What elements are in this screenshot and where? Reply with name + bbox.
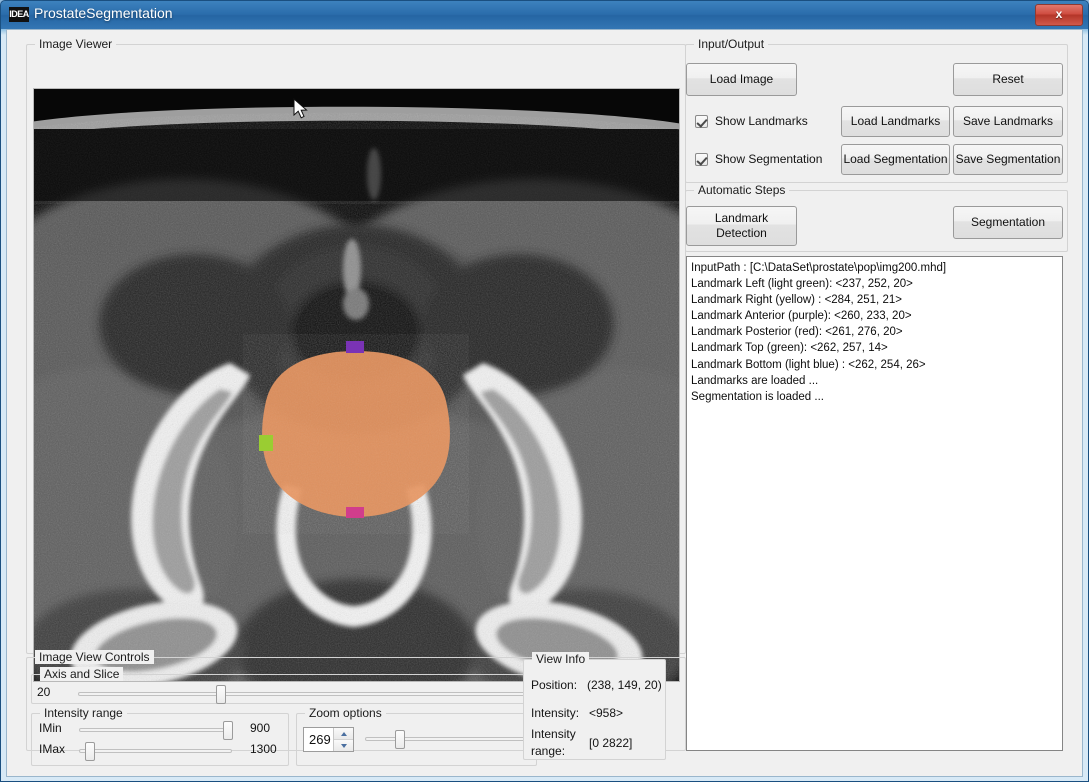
intensity-range-group-label: Intensity range [40,706,127,720]
intensity-label: Intensity: [531,706,579,720]
landmark-left-marker [259,435,273,451]
checkbox-box [695,115,708,128]
load-landmarks-button[interactable]: Load Landmarks [841,106,950,137]
log-line: Landmark Bottom (light blue) : <262, 254… [691,357,1062,373]
show-landmarks-label: Show Landmarks [715,114,808,128]
automatic-steps-group-label: Automatic Steps [694,183,789,197]
imin-label: IMin [39,721,62,735]
load-segmentation-button[interactable]: Load Segmentation [841,144,950,175]
ct-image-viewer[interactable] [33,88,680,682]
slice-value-label: 20 [37,685,50,699]
spinner-up-arrow-icon[interactable] [334,728,353,739]
intensity-range-label-line1: Intensity [531,727,576,741]
imin-slider-track[interactable] [79,728,232,732]
save-landmarks-button[interactable]: Save Landmarks [953,106,1063,137]
landmark-posterior-marker [346,507,364,518]
show-segmentation-label: Show Segmentation [715,152,822,166]
position-value: (238, 149, 20) [587,678,662,692]
log-line: Segmentation is loaded ... [691,389,1062,405]
position-label: Position: [531,678,577,692]
title-bar: IDEA ProstateSegmentation x [1,1,1088,29]
log-line: Landmark Left (light green): <237, 252, … [691,276,1062,292]
client-area: Image Viewer [6,29,1083,777]
zoom-slider-track[interactable] [365,737,528,741]
log-line: Landmark Top (green): <262, 257, 14> [691,340,1062,356]
window-title: ProstateSegmentation [34,5,173,21]
axis-and-slice-group: Axis and Slice [31,674,537,704]
save-segmentation-button[interactable]: Save Segmentation [953,144,1063,175]
log-line: Landmark Right (yellow) : <284, 251, 21> [691,292,1062,308]
segmentation-button[interactable]: Segmentation [953,206,1063,239]
log-line: InputPath : [C:\DataSet\prostate\pop\img… [691,260,1062,276]
application-window: IDEA ProstateSegmentation x Image Viewer [0,0,1089,782]
axis-and-slice-group-label: Axis and Slice [40,667,123,681]
view-info-group-label: View Info [532,652,589,666]
spinner-arrows [333,728,353,751]
spinner-down-arrow-icon[interactable] [334,739,353,751]
load-image-button[interactable]: Load Image [686,63,797,96]
image-viewer-group-label: Image Viewer [35,37,116,51]
imin-slider-thumb[interactable] [223,721,233,740]
log-output[interactable]: InputPath : [C:\DataSet\prostate\pop\img… [686,256,1063,751]
checkbox-box [695,153,708,166]
close-window-button[interactable]: x [1035,4,1083,26]
log-line: Landmark Anterior (purple): <260, 233, 2… [691,308,1062,324]
imax-label: IMax [39,742,65,756]
intensity-range-value: [0 2822] [589,736,632,750]
ct-slice-image [34,89,679,681]
show-segmentation-checkbox[interactable]: Show Segmentation [695,152,822,166]
imax-slider-track[interactable] [79,749,232,753]
imax-value: 1300 [250,742,277,756]
landmark-anterior-marker [346,341,364,353]
image-view-controls-group-label: Image View Controls [35,650,154,664]
reset-button[interactable]: Reset [953,63,1063,96]
intensity-range-label-line2: range: [531,744,565,758]
show-landmarks-checkbox[interactable]: Show Landmarks [695,114,808,128]
imax-slider-thumb[interactable] [85,742,95,761]
slice-slider-track[interactable] [78,692,525,696]
input-output-group-label: Input/Output [694,37,768,51]
zoom-value-spinner[interactable]: 269 [303,727,354,752]
prostate-segmentation-overlay [262,351,450,517]
app-icon: IDEA [9,7,29,22]
slice-slider-thumb[interactable] [216,685,226,704]
zoom-options-group-label: Zoom options [305,706,386,720]
intensity-value: <958> [589,706,623,720]
imin-value: 900 [250,721,270,735]
log-line: Landmarks are loaded ... [691,373,1062,389]
zoom-slider-thumb[interactable] [395,730,405,749]
landmark-detection-button[interactable]: Landmark Detection [686,206,797,246]
landmark-detection-label-line1: Landmark [715,211,768,226]
zoom-value[interactable]: 269 [304,732,333,747]
landmark-detection-label-line2: Detection [716,226,767,241]
log-line: Landmark Posterior (red): <261, 276, 20> [691,324,1062,340]
